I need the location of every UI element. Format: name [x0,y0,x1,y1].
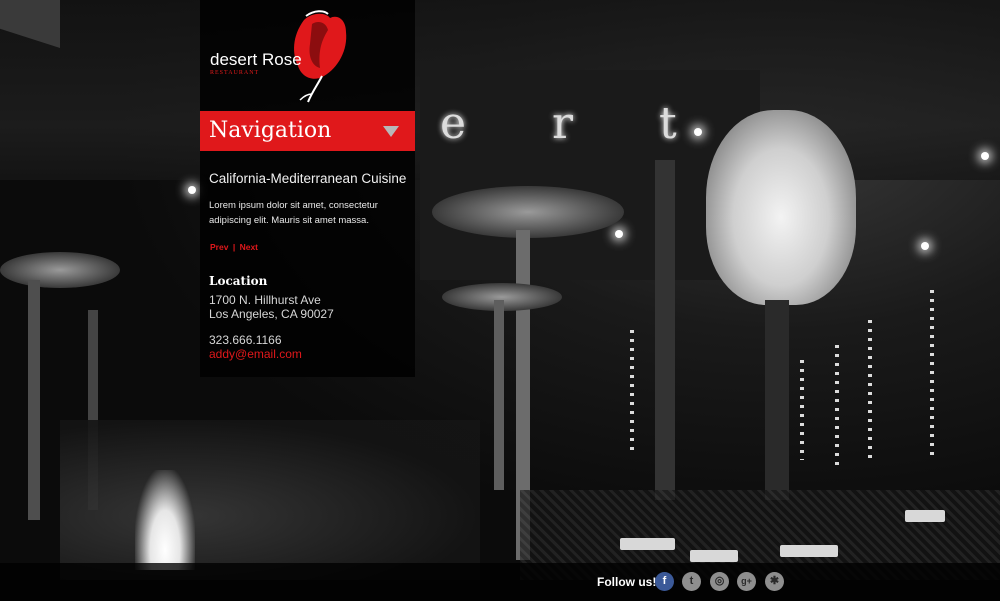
pager-separator: | [232,242,236,252]
diners [60,420,480,580]
yelp-icon[interactable]: ✱ [765,572,784,591]
tree-lights [835,345,839,465]
brand-tagline: RESTAURANT [210,70,260,76]
email-link[interactable]: addy@email.com [209,347,302,361]
brand-name: desert Rose [210,50,302,69]
phone-number: 323.666.1166 [209,333,282,347]
slide-pager: Prev | Next [210,242,258,252]
fire-pit [135,470,195,570]
tree-lights [868,320,872,460]
prev-link[interactable]: Prev [210,242,228,252]
background-photo: e r t [0,0,1000,601]
feature-title: California-Mediterranean Cuisine [209,171,407,186]
lantern [706,110,856,305]
feature-description: Lorem ipsum dolor sit amet, consectetur … [209,200,378,226]
tree-lights [800,360,804,460]
ceiling-light [694,128,702,136]
follow-label: Follow us! [597,575,657,589]
google-plus-icon[interactable]: g+ [737,572,756,591]
heater-post [494,300,504,490]
next-link[interactable]: Next [240,242,258,252]
logo[interactable]: desert Rose RESTAURANT [200,8,415,108]
address-line-1: 1700 N. Hillhurst Ave [209,293,321,307]
ceiling-light [921,242,929,250]
ceiling-light [981,152,989,160]
triangle-down-icon [383,126,399,137]
napkin [620,538,675,550]
ceiling-light [615,230,623,238]
instagram-icon[interactable]: ◎ [710,572,729,591]
tree-lights [630,330,634,450]
navigation-toggle[interactable]: Navigation [200,111,415,151]
heater-post [28,280,40,520]
twitter-icon[interactable]: t [682,572,701,591]
address-line-2: Los Angeles, CA 90027 [209,307,334,321]
napkin [690,550,738,562]
navigation-label: Navigation [209,118,332,143]
heater-top [0,252,120,288]
napkin [905,510,945,522]
footer-bar: Follow us! f t ◎ g+ ✱ [0,563,1000,601]
ceiling-light [188,186,196,194]
building-sign: e r t [440,98,713,149]
pillar [655,160,675,500]
lantern-stem [765,300,789,500]
location-heading: Location [209,274,268,288]
tree-lights [930,290,934,460]
napkin [780,545,838,557]
facebook-icon[interactable]: f [655,572,674,591]
